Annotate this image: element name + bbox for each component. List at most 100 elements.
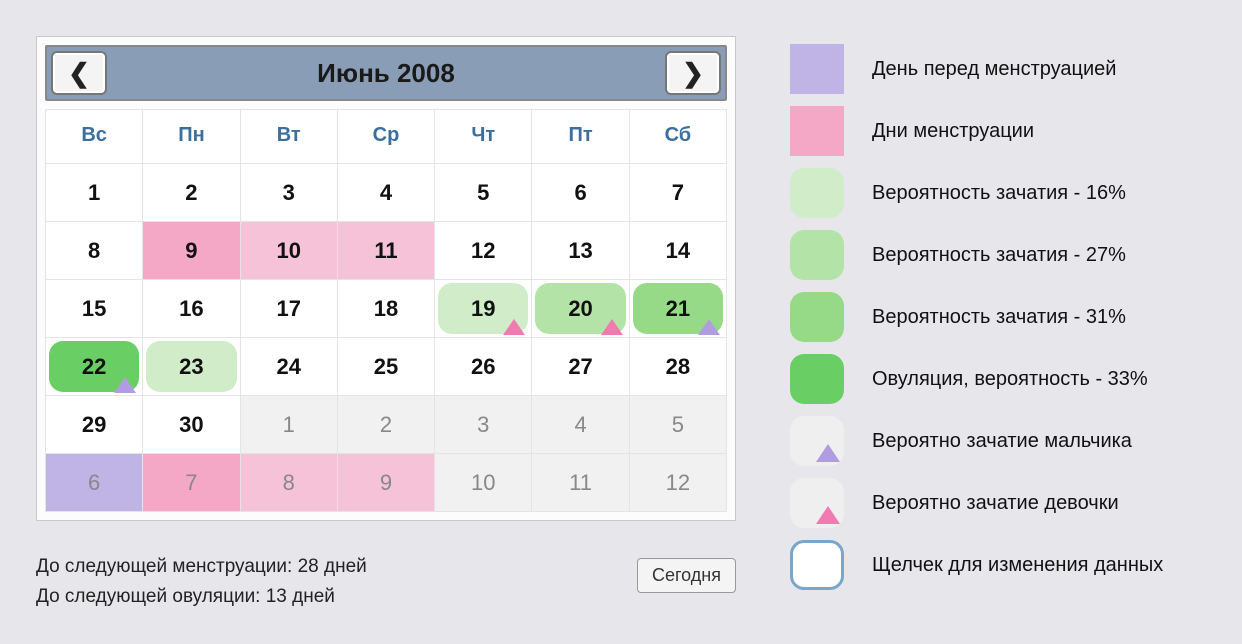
legend-label: Вероятность зачатия - 16% — [872, 182, 1126, 205]
calendar-day[interactable]: 27 — [532, 338, 629, 396]
calendar-day[interactable]: 10 — [435, 454, 532, 512]
boy-triangle-icon — [114, 377, 136, 393]
next-month-button[interactable]: ❯ — [665, 51, 721, 95]
legend: День перед менструацией Дни менструации Ве… — [790, 44, 1220, 602]
calendar-day[interactable]: 1 — [241, 396, 338, 454]
legend-row: Вероятность зачатия - 27% — [790, 230, 1220, 280]
day-number: 19 — [471, 296, 495, 322]
day-number: 14 — [666, 238, 690, 264]
calendar-day[interactable]: 28 — [630, 338, 727, 396]
calendar-day[interactable]: 4 — [532, 396, 629, 454]
calendar-day[interactable]: 1 — [46, 164, 143, 222]
weekday-header: Чт — [435, 110, 532, 164]
day-number: 30 — [179, 412, 203, 438]
day-number: 4 — [380, 180, 392, 206]
calendar-day[interactable]: 2 — [338, 396, 435, 454]
calendar-day[interactable]: 10 — [241, 222, 338, 280]
weekday-header: Пт — [532, 110, 629, 164]
day-number: 18 — [374, 296, 398, 322]
calendar-day[interactable]: 11 — [532, 454, 629, 512]
legend-row: Вероятно зачатие девочки — [790, 478, 1220, 528]
calendar-day[interactable]: 20 — [532, 280, 629, 338]
day-number: 24 — [276, 354, 300, 380]
boy-triangle-icon — [816, 444, 840, 462]
status-next-menstruation: До следующей менструации: 28 дней — [36, 552, 367, 582]
calendar-day[interactable]: 6 — [532, 164, 629, 222]
legend-swatch — [790, 540, 844, 590]
calendar-day[interactable]: 18 — [338, 280, 435, 338]
day-number: 22 — [82, 354, 106, 380]
calendar-day[interactable]: 9 — [143, 222, 240, 280]
calendar-day[interactable]: 19 — [435, 280, 532, 338]
day-number: 26 — [471, 354, 495, 380]
status-next-ovulation: До следующей овуляции: 13 дней — [36, 582, 367, 612]
legend-label: Вероятность зачатия - 31% — [872, 306, 1126, 329]
calendar-day[interactable]: 5 — [435, 164, 532, 222]
day-number: 20 — [568, 296, 592, 322]
day-number: 23 — [179, 354, 203, 380]
legend-row: Вероятность зачатия - 16% — [790, 168, 1220, 218]
legend-swatch — [790, 44, 844, 94]
calendar-day[interactable]: 21 — [630, 280, 727, 338]
day-number: 29 — [82, 412, 106, 438]
day-number: 12 — [666, 470, 690, 496]
day-number: 8 — [88, 238, 100, 264]
calendar-day[interactable]: 24 — [241, 338, 338, 396]
legend-label: Дни менструации — [872, 120, 1034, 143]
calendar-day[interactable]: 15 — [46, 280, 143, 338]
calendar-grid: ВсПнВтСрЧтПтСб12345678910111213141516171… — [45, 109, 727, 512]
calendar-day[interactable]: 8 — [46, 222, 143, 280]
day-number: 1 — [283, 412, 295, 438]
calendar-day[interactable]: 12 — [435, 222, 532, 280]
day-number: 15 — [82, 296, 106, 322]
calendar-day[interactable]: 29 — [46, 396, 143, 454]
day-number: 2 — [380, 412, 392, 438]
calendar-day[interactable]: 7 — [630, 164, 727, 222]
calendar-day[interactable]: 16 — [143, 280, 240, 338]
calendar-day[interactable]: 3 — [241, 164, 338, 222]
legend-row: День перед менструацией — [790, 44, 1220, 94]
calendar-panel: ❮ Июнь 2008 ❯ ВсПнВтСрЧтПтСб123456789101… — [36, 36, 736, 521]
calendar-day[interactable]: 3 — [435, 396, 532, 454]
calendar-day[interactable]: 26 — [435, 338, 532, 396]
calendar-day[interactable]: 25 — [338, 338, 435, 396]
calendar-day[interactable]: 9 — [338, 454, 435, 512]
status-lines: До следующей менструации: 28 дней До сле… — [36, 552, 367, 612]
calendar-footer: До следующей менструации: 28 дней До сле… — [36, 552, 736, 612]
legend-swatch — [790, 416, 844, 466]
boy-triangle-icon — [698, 319, 720, 335]
day-number: 17 — [276, 296, 300, 322]
calendar-day[interactable]: 2 — [143, 164, 240, 222]
calendar-day[interactable]: 8 — [241, 454, 338, 512]
calendar-day[interactable]: 11 — [338, 222, 435, 280]
day-number: 11 — [374, 238, 397, 264]
calendar-day[interactable]: 13 — [532, 222, 629, 280]
calendar-day[interactable]: 23 — [143, 338, 240, 396]
chevron-right-icon: ❯ — [682, 58, 704, 89]
legend-row: Дни менструации — [790, 106, 1220, 156]
girl-triangle-icon — [601, 319, 623, 335]
legend-row: Овуляция, вероятность - 33% — [790, 354, 1220, 404]
legend-row: Вероятность зачатия - 31% — [790, 292, 1220, 342]
calendar-day[interactable]: 7 — [143, 454, 240, 512]
calendar-header: ❮ Июнь 2008 ❯ — [45, 45, 727, 101]
calendar-day[interactable]: 17 — [241, 280, 338, 338]
calendar-day[interactable]: 12 — [630, 454, 727, 512]
calendar-day[interactable]: 6 — [46, 454, 143, 512]
calendar-day[interactable]: 5 — [630, 396, 727, 454]
calendar-day[interactable]: 4 — [338, 164, 435, 222]
legend-swatch — [790, 106, 844, 156]
today-button[interactable]: Сегодня — [637, 558, 736, 593]
day-number: 16 — [179, 296, 203, 322]
day-number: 1 — [88, 180, 100, 206]
prev-month-button[interactable]: ❮ — [51, 51, 107, 95]
calendar-day[interactable]: 14 — [630, 222, 727, 280]
day-number: 28 — [666, 354, 690, 380]
legend-swatch — [790, 292, 844, 342]
calendar-day[interactable]: 30 — [143, 396, 240, 454]
day-number: 12 — [471, 238, 495, 264]
day-number: 7 — [185, 470, 197, 496]
day-number: 4 — [574, 412, 586, 438]
day-number: 13 — [568, 238, 592, 264]
calendar-day[interactable]: 22 — [46, 338, 143, 396]
